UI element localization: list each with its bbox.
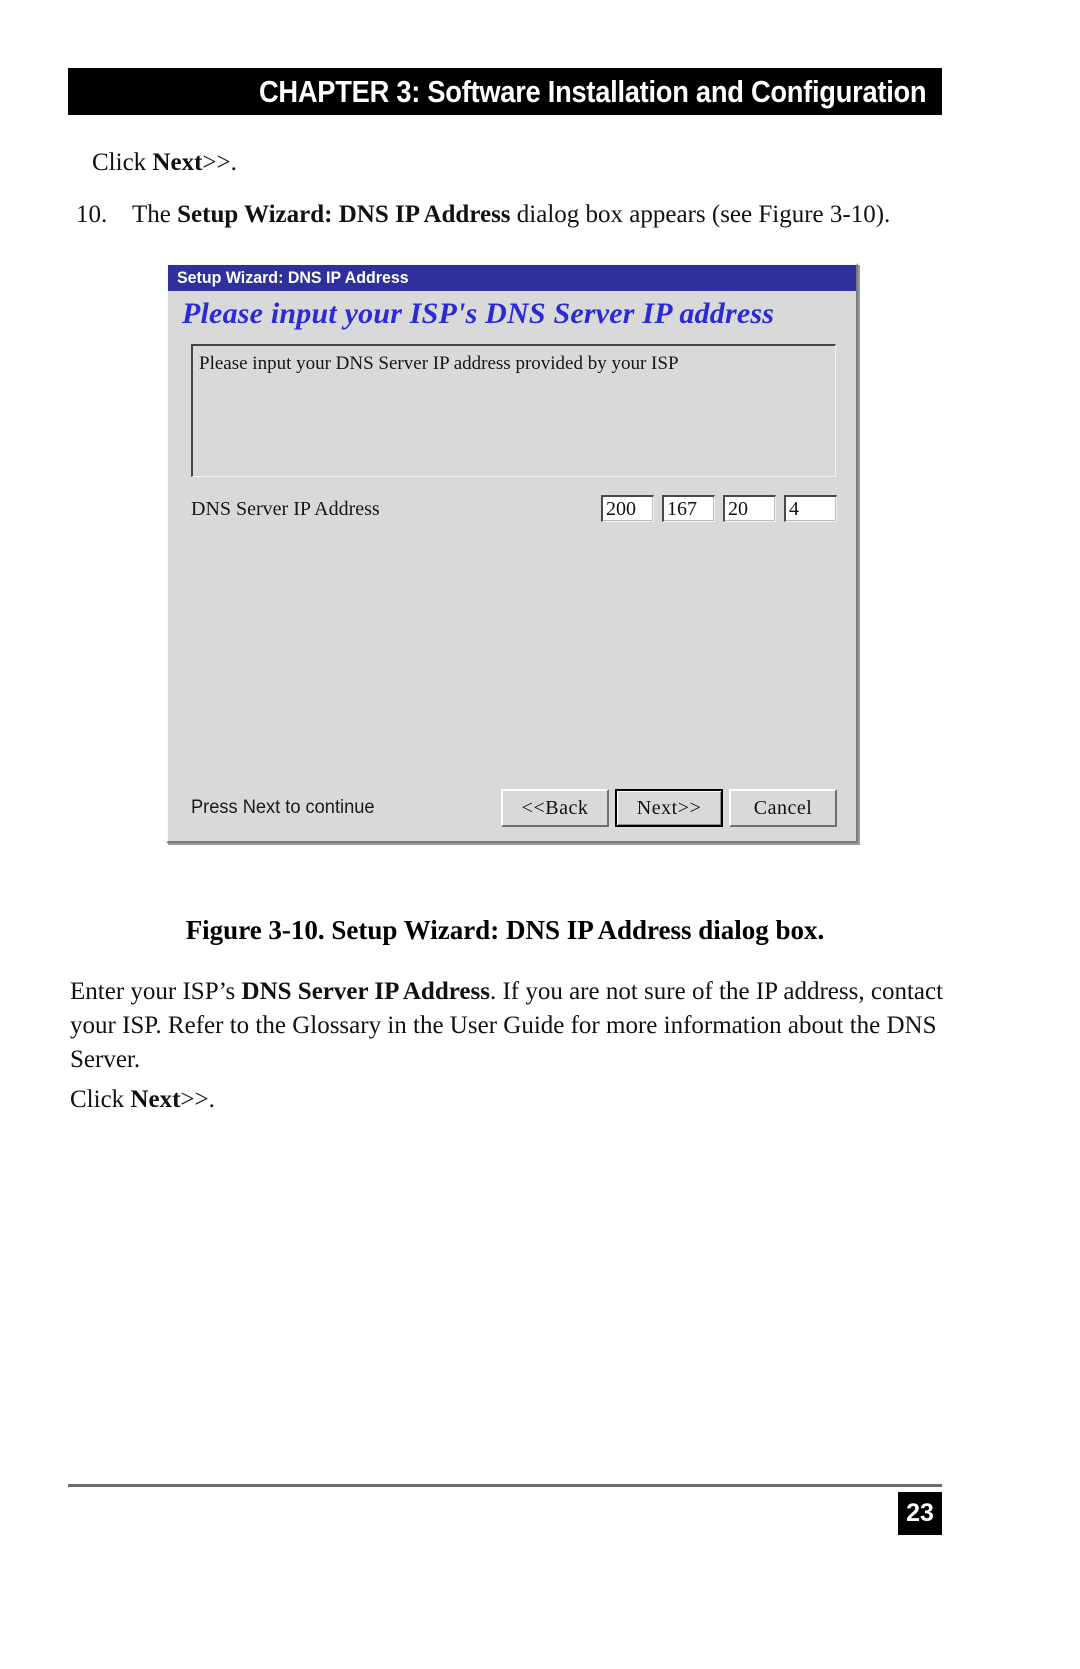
paragraph-enter-dns: Enter your ISP’s DNS Server IP Address. … (70, 975, 946, 1077)
click-next-bottom-bold: Next (130, 1086, 181, 1113)
step-10-suffix: dialog box appears (see Figure 3-10). (510, 201, 891, 228)
dns-ip-octet-fields: 200 167 20 4 (601, 495, 837, 522)
page-number-badge: 23 (898, 1492, 942, 1535)
dns-octet-3-input[interactable]: 20 (723, 495, 776, 522)
dialog-titlebar: Setup Wizard: DNS IP Address (168, 265, 856, 291)
footer-divider (68, 1484, 942, 1487)
page-number: 23 (906, 1499, 934, 1527)
dialog-description-text: Please input your DNS Server IP address … (199, 353, 679, 374)
instruction-click-next-top: Click Next>>. (92, 146, 792, 179)
click-next-top-bold: Next (152, 149, 203, 176)
dialog-footer-row: Press Next to continue <<Back Next>> Can… (191, 789, 837, 827)
back-button[interactable]: <<Back (501, 789, 609, 827)
step-10-prefix: The (132, 201, 178, 228)
step-10-bold: Setup Wizard: DNS IP Address (177, 201, 511, 228)
dns-ip-address-label: DNS Server IP Address (191, 498, 380, 520)
step-10-number: 10. (76, 201, 108, 228)
click-next-bottom-suffix: >>. (180, 1086, 215, 1113)
next-button[interactable]: Next>> (615, 789, 723, 827)
dns-octet-4-input[interactable]: 4 (784, 495, 837, 522)
dns-octet-2-input[interactable]: 167 (662, 495, 715, 522)
chapter-title: CHAPTER 3: Software Installation and Con… (258, 73, 927, 109)
chapter-header-bar: CHAPTER 3: Software Installation and Con… (68, 68, 942, 115)
figure-caption: Figure 3-10. Setup Wizard: DNS IP Addres… (185, 915, 825, 945)
click-next-top-suffix: >>. (202, 149, 237, 176)
dialog-heading: Please input your ISP's DNS Server IP ad… (182, 297, 775, 330)
dialog-status-text: Press Next to continue (191, 797, 375, 818)
dialog-title: Setup Wizard: DNS IP Address (177, 268, 409, 287)
step-10-text: The Setup Wizard: DNS IP Address dialog … (132, 198, 956, 231)
paragraph-enter-prefix: Enter your ISP’s (70, 978, 242, 1005)
instruction-click-next-bottom: Click Next>>. (70, 1083, 770, 1116)
document-page: CHAPTER 3: Software Installation and Con… (0, 0, 1080, 1669)
dns-ip-address-row: DNS Server IP Address 200 167 20 4 (191, 495, 837, 523)
paragraph-enter-bold: DNS Server IP Address (241, 978, 490, 1005)
click-next-top-prefix: Click (92, 149, 153, 176)
dialog-button-group: <<Back Next>> Cancel (501, 789, 837, 827)
cancel-button[interactable]: Cancel (729, 789, 837, 827)
numbered-step-10: 10. The Setup Wizard: DNS IP Address dia… (76, 198, 956, 231)
setup-wizard-dialog: Setup Wizard: DNS IP Address Please inpu… (166, 263, 858, 843)
dialog-description-box: Please input your DNS Server IP address … (191, 344, 836, 477)
dns-octet-1-input[interactable]: 200 (601, 495, 654, 522)
click-next-bottom-prefix: Click (70, 1086, 131, 1113)
